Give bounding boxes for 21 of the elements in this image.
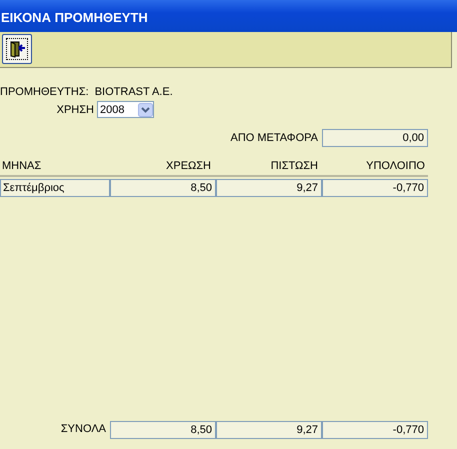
supplier-name: BIOTRAST A.E. — [94, 86, 173, 100]
year-label: ΧΡΗΣΗ — [56, 104, 94, 116]
table-cell: -0,770 — [322, 179, 428, 197]
table-cell: Σεπτέμβριος — [0, 179, 110, 197]
total-cell: 8,50 — [110, 421, 216, 439]
totals-label: ΣΥΝΟΛΑ — [60, 422, 107, 437]
column-header: ΧΡΕΩΣΗ — [165, 160, 212, 172]
year-dropdown[interactable]: 2008 — [97, 101, 154, 118]
supplier-label: ΠΡΟΜΗΘΕΥΤΗΣ: — [0, 86, 89, 100]
total-cell: -0,770 — [322, 421, 428, 439]
column-header: ΠΙΣΤΩΣΗ — [270, 160, 319, 172]
column-header: ΜΗΝΑΣ — [1, 160, 42, 172]
table-cell: 9,27 — [216, 179, 322, 197]
column-header: ΥΠΟΛΟΙΠΟ — [365, 160, 426, 172]
door-arrow-icon — [8, 40, 26, 58]
carry-over-field[interactable]: 0,00 — [322, 129, 428, 147]
window-title: ΕΙΚΟΝΑ ΠΡΟΜΗΘΕΥΤΗ — [0, 0, 457, 32]
exit-button[interactable] — [2, 34, 32, 64]
table-cell: 8,50 — [110, 179, 216, 197]
carry-over-label: ΑΠΟ ΜΕΤΑΦΟΡΑ — [230, 132, 318, 144]
total-cell: 9,27 — [216, 421, 322, 439]
